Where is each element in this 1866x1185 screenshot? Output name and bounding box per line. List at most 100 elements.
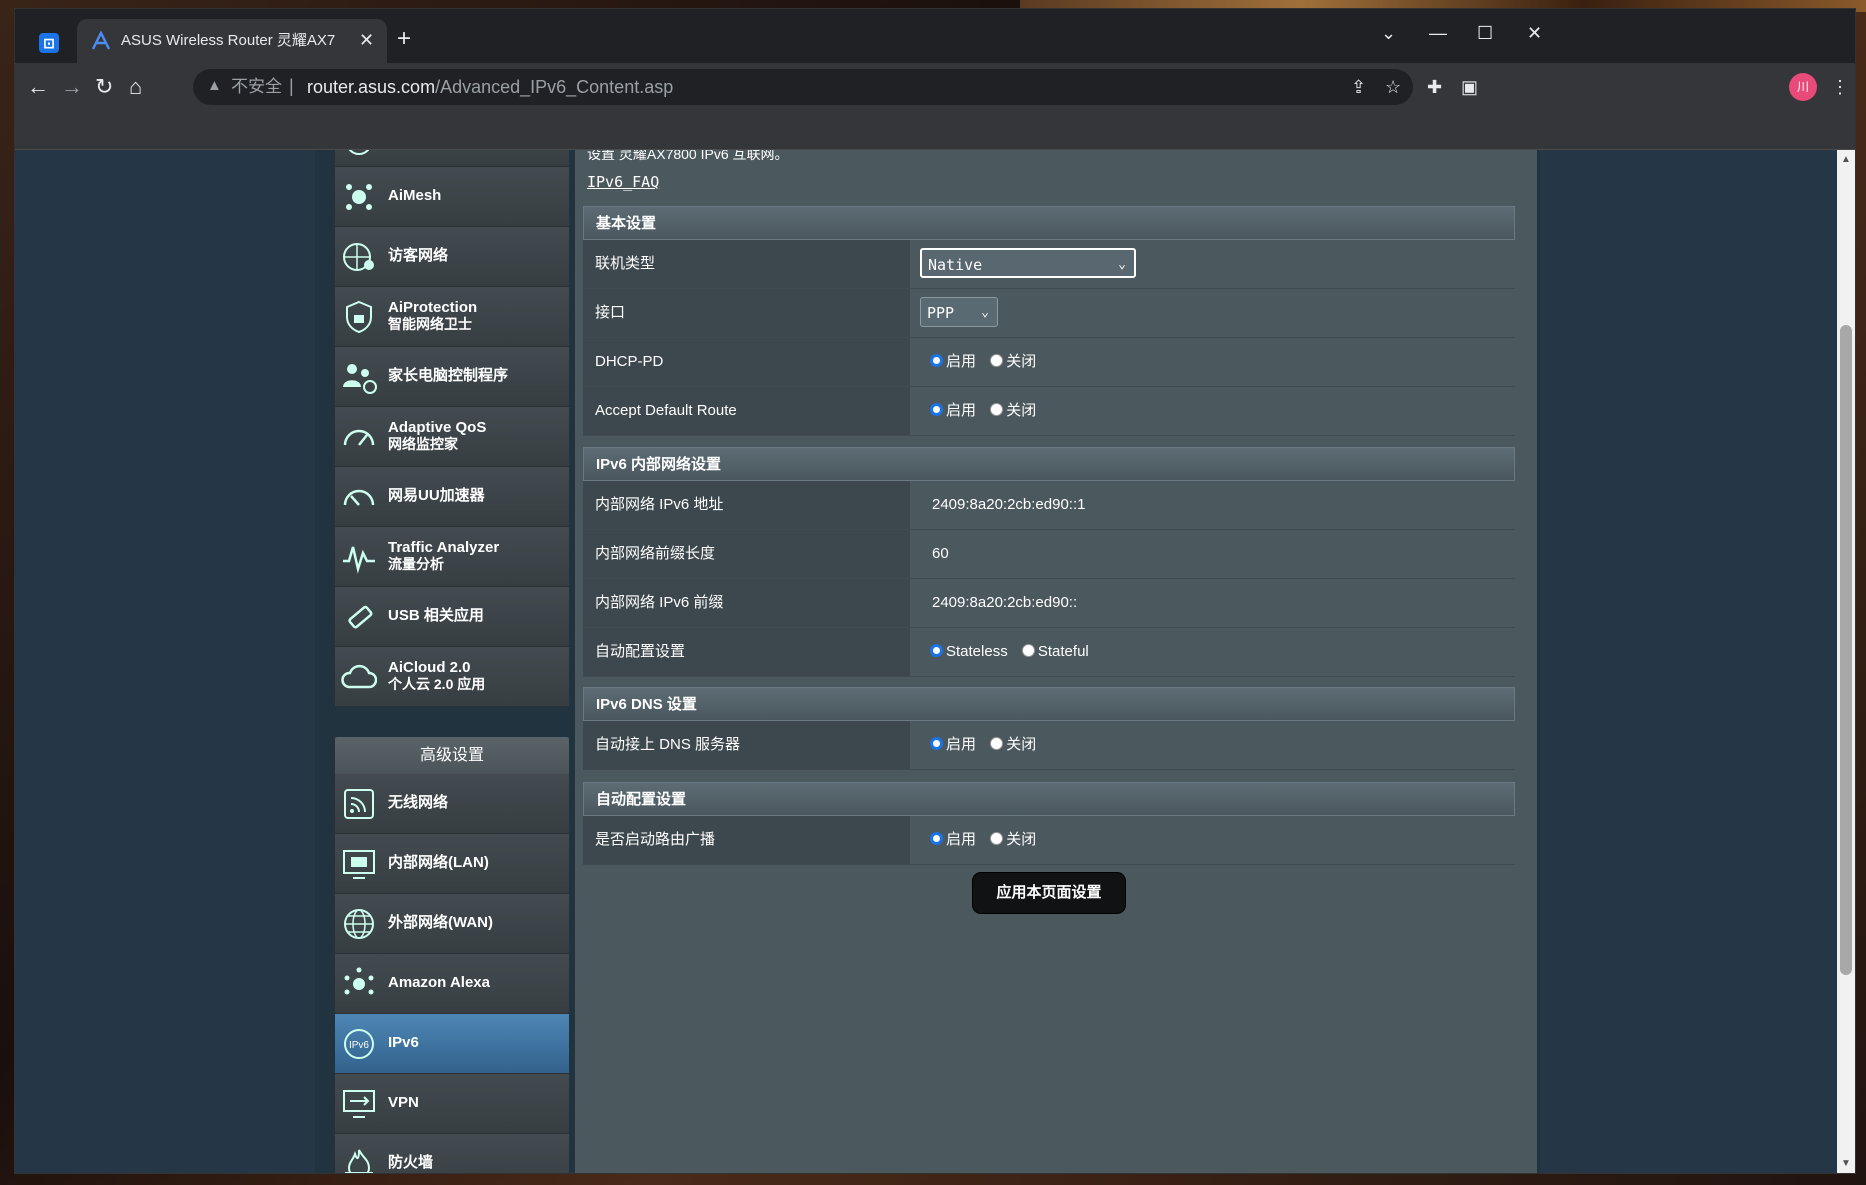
insecure-label[interactable]: 不安全 xyxy=(231,77,282,97)
shield-lock-icon xyxy=(346,300,372,334)
field-label: 内部网络 IPv6 前缀 xyxy=(583,579,910,627)
radio-label: 关闭 xyxy=(1006,353,1037,370)
radio-label: 启用 xyxy=(946,736,977,753)
tab-search-chevron-icon[interactable]: ⌄ xyxy=(1381,23,1396,43)
accelerator-gauge-icon xyxy=(343,489,375,506)
radio-label: 启用 xyxy=(946,402,977,419)
scroll-up-icon[interactable]: ▲ xyxy=(1841,154,1851,165)
back-icon[interactable]: ← xyxy=(27,75,49,99)
gauge-icon xyxy=(343,429,375,446)
apply-button[interactable]: 应用本页面设置 xyxy=(973,873,1125,913)
sidebar-item-guest-network[interactable]: 访客网络 xyxy=(335,227,569,287)
url-path: /Advanced_IPv6_Content.asp xyxy=(435,77,674,97)
sidebar-item-uu-accelerator[interactable]: 网易UU加速器 xyxy=(335,467,569,527)
sidebar-item-alexa[interactable]: Amazon Alexa xyxy=(335,954,569,1014)
sidebar-item-adaptive-qos[interactable]: Adaptive QoS 网络监控家 xyxy=(335,407,569,467)
window-close-icon[interactable]: ✕ xyxy=(1527,23,1542,43)
sidebar-item-label: 访客网络 xyxy=(388,247,449,264)
sidebar-item-label: 家长电脑控制程序 xyxy=(388,367,509,384)
menu-kebab-icon[interactable]: ⋮ xyxy=(1831,75,1849,99)
network-map-icon xyxy=(348,150,370,155)
intro-text: 设置 灵耀AX7800 IPv6 互联网。 xyxy=(587,150,789,162)
row-lan-ipv6-address: 内部网络 IPv6 地址 2409:8a20:2cb:ed90::1 xyxy=(583,481,1515,530)
scrollbar-thumb[interactable] xyxy=(1840,325,1852,975)
sidebar-item-label: Traffic Analyzer 流量分析 xyxy=(388,539,499,573)
autoconfig-settings-section: 自动配置设置 是否启动路由广播 启用 关闭 xyxy=(583,782,1515,865)
new-tab-button[interactable]: + xyxy=(397,27,411,51)
extensions-icon[interactable]: ✚ xyxy=(1427,75,1442,99)
sidebar-item-parental-control[interactable]: 家长电脑控制程序 xyxy=(335,347,569,407)
scroll-down-icon[interactable]: ▼ xyxy=(1841,1158,1851,1169)
field-value: 启用 关闭 xyxy=(910,387,1515,435)
auto-dns-enable-radio[interactable] xyxy=(930,736,943,750)
ipv6-faq-link[interactable]: IPv6_FAQ xyxy=(587,173,659,191)
dhcp-pd-enable-radio[interactable] xyxy=(930,353,943,367)
sidebar-item-title: Traffic Analyzer xyxy=(388,539,500,556)
page-scrollbar[interactable]: ▲ ▼ xyxy=(1837,150,1855,1173)
sidebar-item-label: 防火墙 xyxy=(388,1154,434,1171)
sidebar-item-aimesh[interactable]: AiMesh xyxy=(335,167,569,227)
row-interface: 接口 PPP ⌄ xyxy=(583,289,1515,338)
stateless-radio[interactable] xyxy=(930,643,943,657)
interface-select[interactable]: PPP ⌄ xyxy=(920,297,998,327)
sidebar-item-aiprotection[interactable]: AiProtection 智能网络卫士 xyxy=(335,287,569,347)
dns-settings-section: IPv6 DNS 设置 自动接上 DNS 服务器 启用 关闭 xyxy=(583,687,1515,770)
row-dhcp-pd: DHCP-PD 启用 关闭 xyxy=(583,338,1515,387)
side-panel-icon[interactable]: ▣ xyxy=(1461,75,1478,99)
radio-label: 关闭 xyxy=(1006,831,1037,848)
row-router-advertisement: 是否启动路由广播 启用 关闭 xyxy=(583,816,1515,865)
sidebar-item-firewall[interactable]: 防火墙 xyxy=(335,1134,569,1173)
share-icon[interactable]: ⇪ xyxy=(1351,75,1366,99)
dhcp-pd-disable-radio[interactable] xyxy=(990,353,1004,367)
sidebar-item-label: AiCloud 2.0 个人云 2.0 应用 xyxy=(388,659,485,693)
home-icon[interactable]: ⌂ xyxy=(129,75,142,99)
field-value: Native ⌄ xyxy=(910,240,1515,288)
sidebar-item-wan[interactable]: 外部网络(WAN) xyxy=(335,894,569,954)
sidebar-item-aicloud[interactable]: AiCloud 2.0 个人云 2.0 应用 xyxy=(335,647,569,707)
auto-dns-disable-radio[interactable] xyxy=(990,736,1004,750)
radio-label: 关闭 xyxy=(1006,402,1037,419)
url-text[interactable]: router.asus.com/Advanced_IPv6_Content.as… xyxy=(307,77,673,97)
minimize-icon[interactable]: — xyxy=(1429,23,1447,43)
bookmark-star-icon[interactable]: ☆ xyxy=(1385,75,1401,99)
traffic-wave-icon xyxy=(343,546,375,574)
router-adv-disable-radio[interactable] xyxy=(990,831,1004,845)
radio-label: 启用 xyxy=(946,353,977,370)
usb-icon xyxy=(348,605,373,629)
sidebar-item-label: IPv6 xyxy=(388,1034,419,1051)
tab-close-icon[interactable]: ✕ xyxy=(359,29,374,51)
firewall-flame-icon xyxy=(345,1149,373,1173)
accept-route-enable-radio[interactable] xyxy=(930,402,943,416)
select-value: PPP xyxy=(927,304,955,322)
asus-favicon-icon xyxy=(91,31,111,50)
router-page: AiMesh 访客网络 AiProtection 智能网络卫士 家长电脑控制程序 … xyxy=(315,150,1540,1173)
address-bar[interactable]: ▲ 不安全 | router.asus.com/Advanced_IPv6_Co… xyxy=(193,69,1413,105)
advanced-settings-header: 高级设置 xyxy=(335,737,569,774)
section-header: IPv6 DNS 设置 xyxy=(583,687,1515,721)
profile-avatar[interactable]: 川 xyxy=(1789,73,1817,101)
sidebar-item-wireless[interactable]: 无线网络 xyxy=(335,774,569,834)
omnibox-separator: | xyxy=(289,76,294,96)
sidebar-item-title: Adaptive QoS xyxy=(388,419,487,436)
field-label: Accept Default Route xyxy=(583,387,910,435)
tab-asus-router[interactable]: ASUS Wireless Router 灵耀AX7 ✕ xyxy=(77,19,387,63)
forward-icon[interactable]: → xyxy=(61,75,83,99)
svg-text:IPv6: IPv6 xyxy=(349,1040,369,1051)
sidebar-item-lan[interactable]: 内部网络(LAN) xyxy=(335,834,569,894)
accept-route-disable-radio[interactable] xyxy=(990,402,1004,416)
router-adv-enable-radio[interactable] xyxy=(930,831,943,845)
maximize-icon[interactable]: ☐ xyxy=(1477,23,1493,43)
sidebar-item-ipv6[interactable]: IPv6 IPv6 xyxy=(335,1014,569,1074)
sidebar-item-usb[interactable]: USB 相关应用 xyxy=(335,587,569,647)
sidebar-item-traffic-analyzer[interactable]: Traffic Analyzer 流量分析 xyxy=(335,527,569,587)
field-value: Stateless Stateful xyxy=(910,628,1515,676)
field-label: DHCP-PD xyxy=(583,338,910,386)
stateful-radio[interactable] xyxy=(1021,643,1035,657)
sidebar-item-partial[interactable] xyxy=(335,150,569,167)
browser-window: ⊡ ASUS Wireless Router 灵耀AX7 ✕ + ⌄ — ☐ ✕… xyxy=(14,8,1856,1174)
connection-type-select[interactable]: Native ⌄ xyxy=(920,248,1136,278)
chevron-down-icon: ⌄ xyxy=(1118,257,1126,272)
reload-icon[interactable]: ↻ xyxy=(95,75,113,99)
tab-search-icon[interactable]: ⊡ xyxy=(39,33,59,53)
sidebar-item-vpn[interactable]: VPN xyxy=(335,1074,569,1134)
